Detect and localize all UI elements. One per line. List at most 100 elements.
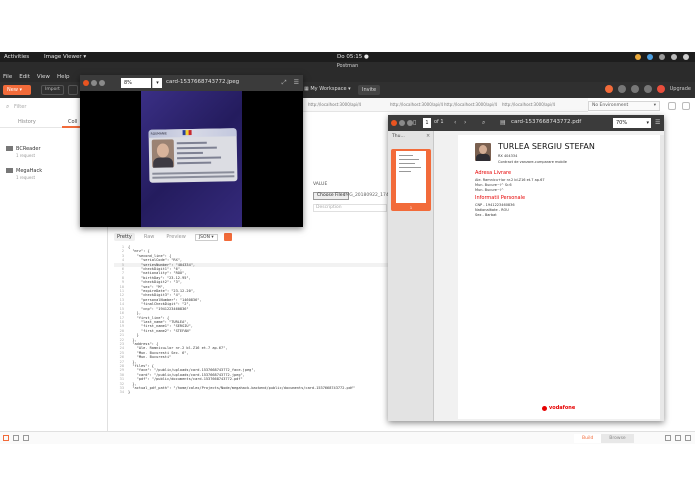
id-card-photo: ROUMANIE <box>141 91 242 227</box>
code-line: 33 "actual_pdf_path": "/home/calex/Proje… <box>114 386 388 390</box>
status-bar: Build Browse <box>0 431 695 444</box>
help-icon[interactable] <box>685 435 691 441</box>
pdf-zoom-select[interactable]: 70% ▾ <box>613 118 651 128</box>
collection-name: MegaHack <box>16 168 43 174</box>
search-icon[interactable] <box>13 435 19 441</box>
network-icon[interactable] <box>659 54 665 60</box>
request-tab[interactable]: http://localhost:3000/api/4 <box>390 102 443 107</box>
app-menu[interactable]: Image Viewer ▾ <box>44 54 86 60</box>
activities-button[interactable]: Activities <box>4 54 29 60</box>
build-tab[interactable]: Build <box>574 434 602 443</box>
card-text-line <box>177 161 212 165</box>
tab-collections[interactable]: Coll <box>68 119 77 125</box>
wrap-lines-icon[interactable] <box>223 233 232 241</box>
runner-button[interactable] <box>68 85 78 95</box>
chevron-down-icon: ▾ <box>653 103 656 108</box>
gear-icon[interactable] <box>682 102 690 110</box>
maximize-icon[interactable] <box>99 80 105 86</box>
notifications-icon[interactable] <box>643 85 652 93</box>
heart-icon[interactable] <box>656 85 665 93</box>
response-tabs: Pretty Raw Preview JSON ▾ <box>114 232 232 242</box>
chevron-right-icon[interactable]: › <box>464 119 466 126</box>
minimize-icon[interactable] <box>91 80 97 86</box>
card-text-line <box>176 151 203 155</box>
settings-icon[interactable] <box>630 85 639 93</box>
power-icon[interactable] <box>683 54 689 60</box>
menu-help[interactable]: Help <box>57 74 70 80</box>
format-select[interactable]: JSON ▾ <box>194 233 218 241</box>
chevron-left-icon[interactable]: ‹ <box>454 119 456 126</box>
chevron-down-icon[interactable]: ▾ <box>152 78 162 88</box>
toolbar-icons: Upgrade <box>604 85 691 93</box>
menu-icon[interactable]: ☰ <box>655 119 660 126</box>
card-portrait <box>151 139 175 168</box>
new-button[interactable]: New ▾ <box>3 85 31 95</box>
personal-line: CNP - 1941223460836 <box>475 203 515 207</box>
close-icon[interactable] <box>83 80 89 86</box>
collection-megahack[interactable]: MegaHack 1 request <box>6 168 42 180</box>
invite-button[interactable]: Invite <box>358 85 381 95</box>
eye-icon[interactable] <box>668 102 676 110</box>
search-icon[interactable]: ⌕ <box>482 119 485 127</box>
close-icon[interactable]: × <box>426 133 430 139</box>
card-text-line <box>176 141 207 145</box>
request-tab[interactable]: http://localhost:3000/api/4 <box>502 102 555 107</box>
upgrade-button[interactable]: Upgrade <box>670 86 691 92</box>
request-tab[interactable]: http://localhost:3000/api/4 <box>308 102 361 107</box>
address-line: Ale. Ramnicu+lor nr.2 bl.Z16 et.7 ap.67 <box>475 178 545 182</box>
console-icon[interactable] <box>23 435 29 441</box>
fullscreen-icon[interactable]: ⤢ <box>282 79 287 87</box>
layout-icon[interactable] <box>665 435 671 441</box>
sync-icon[interactable] <box>604 85 613 93</box>
tab-history[interactable]: History <box>18 119 36 125</box>
zoom-field[interactable]: 8% <box>121 78 151 88</box>
folder-icon <box>6 146 13 151</box>
tab-pretty[interactable]: Pretty <box>114 233 135 241</box>
close-icon[interactable] <box>391 120 397 126</box>
browse-tab[interactable]: Browse <box>601 434 634 443</box>
minimize-icon[interactable] <box>399 120 405 126</box>
bottom-margin <box>0 444 695 494</box>
page-count: of 1 <box>434 119 444 125</box>
tab-preview[interactable]: Preview <box>163 233 188 241</box>
volume-icon[interactable] <box>671 54 677 60</box>
import-button[interactable]: Import <box>41 85 64 95</box>
portrait-image <box>475 143 491 161</box>
system-tray[interactable] <box>635 54 689 60</box>
print-icon[interactable]: ▤ <box>500 119 506 126</box>
sidebar-toggle-icon[interactable]: ▯ <box>413 119 416 126</box>
page-thumbnail[interactable]: 1 <box>391 149 431 211</box>
keyboard-icon[interactable] <box>675 435 681 441</box>
workspace-selector[interactable]: ▦ My Workspace ▾ <box>304 86 351 92</box>
address-line: Mun. Bucure~l^ <box>475 188 504 192</box>
line-number: 34 <box>119 390 124 395</box>
window-controls <box>391 120 413 126</box>
request-tab[interactable]: http://localhost:3000/api/4 <box>444 102 497 107</box>
collection-bcreader[interactable]: BCReader 1 request <box>6 146 41 158</box>
thumbnail-page-number: 1 <box>409 206 413 210</box>
image-viewer-header: 8% ▾ card-1537668743772.jpeg ⤢ ☰ <box>80 75 303 91</box>
environment-select[interactable]: No Environment ▾ <box>588 101 660 111</box>
page-number-input[interactable]: 1 <box>423 118 431 128</box>
collection-count: 1 request <box>16 175 36 180</box>
dropbox-icon[interactable] <box>647 54 653 60</box>
menu-view[interactable]: View <box>37 74 50 80</box>
menu-edit[interactable]: Edit <box>19 74 30 80</box>
thumbnail-image <box>396 151 426 203</box>
pdf-scrollbar[interactable] <box>660 135 664 421</box>
card-text-line <box>177 156 222 160</box>
value-header: VALUE <box>313 182 328 187</box>
vodafone-logo: vodafone <box>542 405 575 411</box>
clock[interactable]: Do 05:15 ● <box>337 54 369 60</box>
response-body[interactable]: 1{2 "mrz": {3 "second_line": {4 "serialC… <box>114 245 388 431</box>
interceptor-icon[interactable] <box>617 85 626 93</box>
sidebar-toggle-icon[interactable] <box>3 435 9 441</box>
menu-icon[interactable]: ☰ <box>294 79 299 87</box>
section-address: Adresa Livrare <box>475 170 512 176</box>
window-controls <box>83 80 105 86</box>
menu-file[interactable]: File <box>3 74 12 80</box>
chrome-icon[interactable] <box>635 54 641 60</box>
tab-raw[interactable]: Raw <box>141 233 158 241</box>
thumbnails-title: Thu... <box>392 134 405 139</box>
description-input[interactable]: Description <box>313 204 387 212</box>
